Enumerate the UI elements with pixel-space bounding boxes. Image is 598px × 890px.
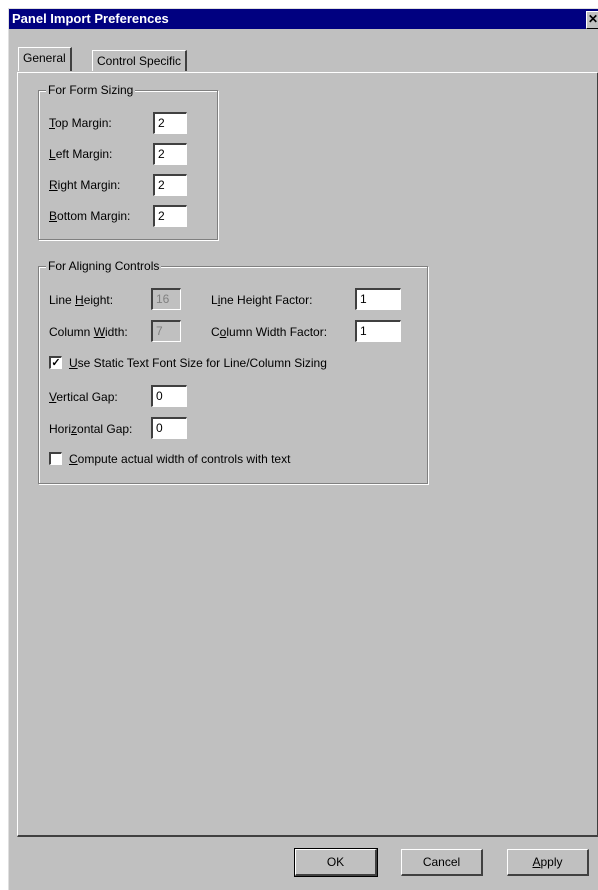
bottom-margin-field[interactable]: 2 [153, 205, 187, 227]
tab-general-label: General [23, 51, 66, 65]
apply-button[interactable]: Apply [507, 849, 589, 876]
compute-actual-width-label[interactable]: Compute actual width of controls with te… [69, 452, 290, 466]
line-height-factor-label: Line Height Factor: [211, 293, 313, 307]
line-height-field: 16 [151, 288, 181, 310]
bottom-margin-label: Bottom Margin: [49, 209, 131, 223]
left-margin-field[interactable]: 2 [153, 143, 187, 165]
left-margin-label: Left Margin: [49, 147, 113, 161]
line-height-label: Line Height: [49, 293, 114, 307]
dialog-window: Panel Import Preferences ✕ General Contr… [8, 8, 598, 890]
top-margin-field[interactable]: 2 [153, 112, 187, 134]
group-aligning-controls: For Aligning Controls Line Height: 16 Li… [38, 259, 428, 484]
compute-actual-width-checkbox[interactable] [49, 452, 62, 465]
tab-control-specific[interactable]: Control Specific [92, 50, 188, 71]
right-margin-label: Right Margin: [49, 178, 121, 192]
horizontal-gap-field[interactable]: 0 [151, 417, 187, 439]
group-form-sizing-title: For Form Sizing [46, 83, 136, 97]
ok-button[interactable]: OK [294, 848, 378, 877]
use-static-text-checkbox[interactable]: ✓ [49, 356, 62, 369]
title-bar: Panel Import Preferences ✕ [9, 9, 598, 29]
tab-panel-general: For Form Sizing Top Margin: 2 Left Margi… [17, 72, 598, 837]
vertical-gap-label: Vertical Gap: [49, 390, 118, 404]
tab-control-specific-label: Control Specific [97, 54, 182, 68]
tab-general[interactable]: General [18, 47, 72, 71]
top-margin-label: Top Margin: [49, 116, 112, 130]
group-form-sizing: For Form Sizing Top Margin: 2 Left Margi… [38, 83, 218, 240]
window-title: Panel Import Preferences [12, 11, 169, 26]
cancel-button[interactable]: Cancel [401, 849, 483, 876]
use-static-text-label[interactable]: Use Static Text Font Size for Line/Colum… [69, 356, 327, 370]
column-width-field: 7 [151, 320, 181, 342]
vertical-gap-field[interactable]: 0 [151, 385, 187, 407]
close-button[interactable]: ✕ [586, 11, 598, 29]
group-aligning-title: For Aligning Controls [46, 259, 162, 273]
column-width-factor-field[interactable]: 1 [355, 320, 401, 342]
column-width-factor-label: Column Width Factor: [211, 325, 328, 339]
close-icon: ✕ [587, 12, 598, 26]
column-width-label: Column Width: [49, 325, 128, 339]
right-margin-field[interactable]: 2 [153, 174, 187, 196]
line-height-factor-field[interactable]: 1 [355, 288, 401, 310]
horizontal-gap-label: Horizontal Gap: [49, 422, 133, 436]
